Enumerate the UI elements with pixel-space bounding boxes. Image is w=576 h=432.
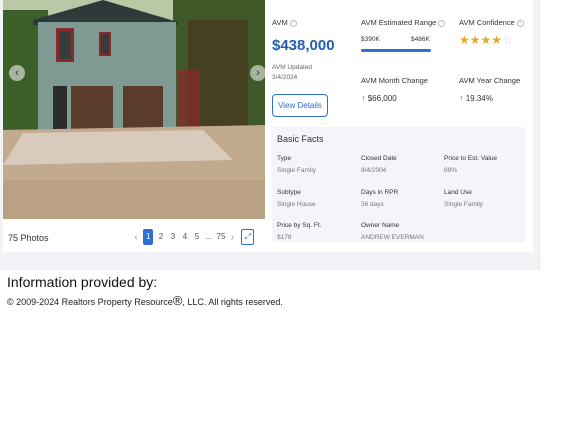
avm-range-high: $486K [411,36,430,43]
registered-mark: ® [172,293,183,308]
basic-facts-panel: Basic Facts Type Single Family Closed Da… [272,127,526,242]
avm-value: $438,000 [272,37,335,54]
information-provided-heading: Information provided by: [7,274,158,290]
fact-value-owner-name: ANDREW EVERMAN [361,234,424,241]
avm-label-row: AVM i [272,18,297,27]
fact-value-land-use: Single Family [444,201,484,208]
info-icon[interactable]: i [289,19,297,27]
copyright-text: © 2009-2024 Realtors Property Resource®,… [7,293,283,308]
arrow-up-icon: ↑ [459,93,464,103]
star-icon: ★ [459,33,470,47]
pager-ellipsis: ... [205,232,213,241]
avm-confidence-label-row: AVM Confidence i [459,18,524,27]
photos-count[interactable]: 75 Photos [8,233,49,243]
fact-value-closed-date: 8/4/2004 [361,167,387,174]
view-details-button[interactable]: View Details [272,94,328,117]
fact-label-subtype: Subtype [277,189,301,196]
house-photo-image [3,0,265,219]
pager-page-4[interactable]: 4 [180,229,189,245]
avm-range-bar [361,49,431,52]
property-photo[interactable]: ‹ › [3,0,265,219]
info-icon[interactable]: i [516,19,524,27]
photo-pager: ‹ 1 2 3 4 5 ... 75 › ⤢ [132,229,255,245]
fact-label-price-to-est: Price to Est. Value [444,155,497,162]
avm-confidence-label: AVM Confidence [459,18,515,27]
avm-month-change: ↑ $66,000 [361,93,397,103]
pager-page-1[interactable]: 1 [143,229,154,245]
pager-page-last[interactable]: 75 [216,229,226,245]
star-icon: ★ [469,33,481,47]
avm-year-change-value: 19.34% [465,94,493,103]
fact-label-land-use: Land Use [444,189,472,196]
avm-label: AVM [272,18,288,27]
photo-next-arrow-icon[interactable]: › [250,65,265,81]
avm-month-change-value: $66,000 [367,94,397,103]
fact-value-price-to-est: 89% [444,167,458,174]
fact-value-type: Single Family [277,167,317,174]
basic-facts-title: Basic Facts [277,134,324,144]
expand-icon[interactable]: ⤢ [241,229,255,245]
fact-value-days-in-rpr: 36 days [361,201,384,208]
fact-label-type: Type [277,155,292,162]
chevron-left-icon[interactable]: ‹ [132,232,140,243]
avm-year-change-label: AVM Year Change [459,76,521,85]
fact-value-subtype: Single House [277,201,316,208]
star-icon: ★ [491,33,503,47]
pager-page-3[interactable]: 3 [168,229,177,245]
pager-page-2[interactable]: 2 [156,229,165,245]
avm-range-label-row: AVM Estimated Range i [361,18,446,27]
star-empty-icon: ☆ [502,33,513,47]
fact-value-price-sqft: $178 [277,234,292,241]
fact-label-days-in-rpr: Days in RPR [361,189,399,196]
fact-label-owner-name: Owner Name [361,222,400,229]
fact-label-price-sqft: Price by Sq. Ft. [277,222,322,229]
pager-page-5[interactable]: 5 [192,229,201,245]
star-icon: ★ [480,33,492,47]
avm-updated-date: 3/4/2024 [272,74,298,81]
avm-range-low: $390K [361,36,380,43]
info-icon[interactable]: i [438,19,446,27]
copyright-prefix: © 2009-2024 Realtors Property Resource [7,297,173,307]
chevron-right-icon[interactable]: › [228,232,236,243]
copyright-suffix: , LLC. All rights reserved. [182,297,283,307]
avm-updated-label: AVM Updated [272,64,312,71]
confidence-stars: ★★★★☆ [459,33,513,47]
avm-range-label: AVM Estimated Range [361,18,437,27]
photo-prev-arrow-icon[interactable]: ‹ [9,65,25,81]
fact-label-closed-date: Closed Date [361,155,397,162]
avm-year-change: ↑ 19.34% [459,93,493,103]
avm-month-change-label: AVM Month Change [361,76,428,85]
arrow-up-icon: ↑ [361,93,366,103]
